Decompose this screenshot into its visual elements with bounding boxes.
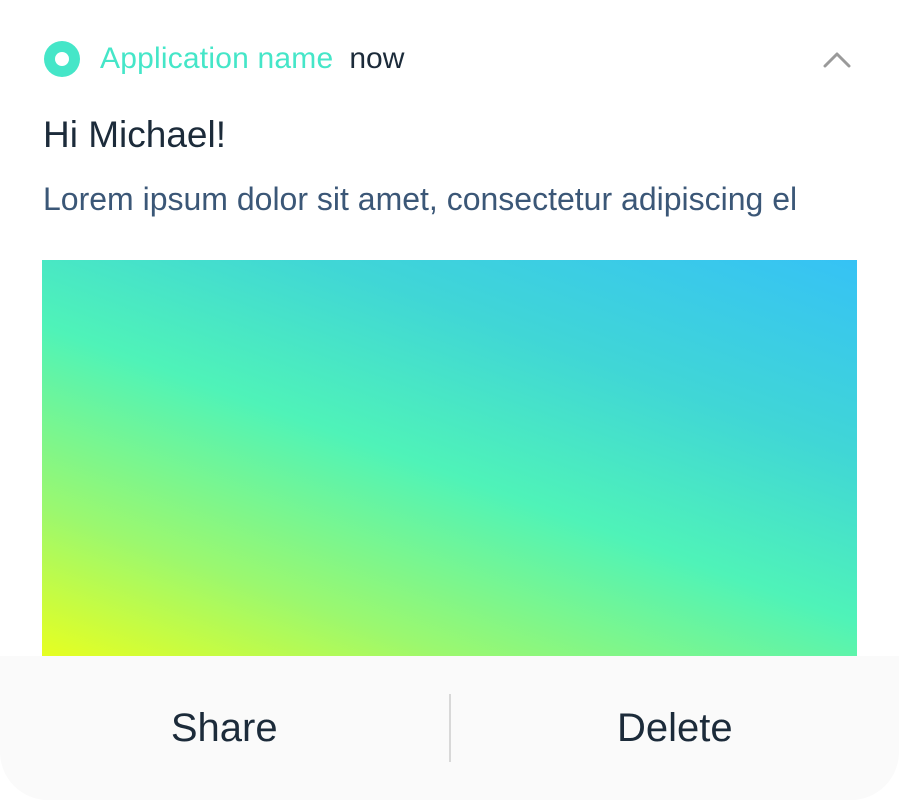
timestamp: now <box>349 42 405 75</box>
action-bar: Share Delete <box>0 656 899 800</box>
delete-button[interactable]: Delete <box>451 656 899 800</box>
notification-body: Lorem ipsum dolor sit amet, consectetur … <box>43 181 798 217</box>
app-name: Application name <box>100 42 334 75</box>
notification-image <box>42 260 857 660</box>
share-button[interactable]: Share <box>0 656 449 800</box>
notification-title: Hi Michael! <box>43 114 226 155</box>
notification-card: Application name now Hi Michael! Lorem i… <box>0 0 899 800</box>
chevron-up-icon[interactable] <box>821 44 853 74</box>
notification-header: Application name now <box>44 38 855 80</box>
app-icon <box>44 41 80 77</box>
